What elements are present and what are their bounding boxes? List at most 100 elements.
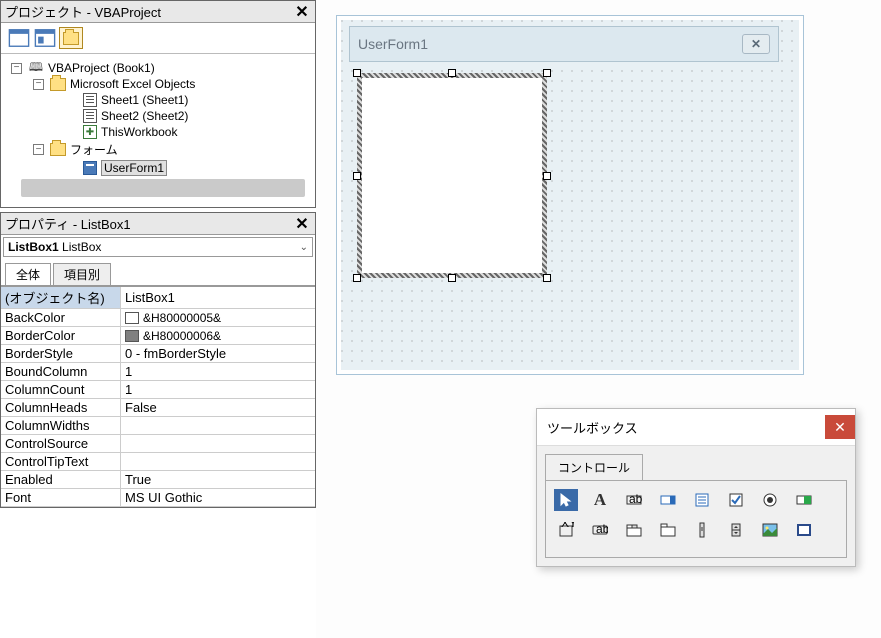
collapse-icon[interactable]: − — [33, 144, 44, 155]
vba-project-icon: 🕮 — [28, 61, 44, 75]
userform-close-button[interactable]: ✕ — [742, 34, 770, 54]
resize-handle-se[interactable] — [543, 274, 551, 282]
workbook-icon — [83, 125, 97, 139]
tree-root-label: VBAProject (Book1) — [48, 61, 155, 75]
tree-sheet1[interactable]: Sheet1 (Sheet1) — [11, 92, 311, 108]
folder-icon — [50, 143, 66, 156]
properties-pane: プロパティ - ListBox1 ✕ ListBox1 ListBox ⌄ 全体… — [0, 212, 316, 508]
toolbox-header[interactable]: ツールボックス ✕ — [537, 409, 855, 446]
userform-designer[interactable]: UserForm1 ✕ — [341, 20, 799, 370]
prop-border-style[interactable]: BorderStyle0 - fmBorderStyle — [1, 345, 315, 363]
tab-alphabetic[interactable]: 全体 — [5, 263, 51, 285]
form-icon — [83, 161, 97, 175]
project-pane-close-icon[interactable]: ✕ — [293, 3, 311, 21]
tree-workbook-label: ThisWorkbook — [101, 125, 177, 139]
tree-forms-label: フォーム — [70, 141, 118, 158]
object-selector[interactable]: ListBox1 ListBox ⌄ — [3, 237, 313, 257]
listbox-control[interactable] — [362, 78, 542, 273]
prop-control-source[interactable]: ControlSource — [1, 435, 315, 453]
toolbox-window[interactable]: ツールボックス ✕ コントロール A ab| XY ab — [536, 408, 856, 567]
tree-forms-folder[interactable]: − フォーム — [11, 140, 311, 159]
project-pane-title: プロジェクト - VBAProject — [5, 2, 161, 21]
tree-excel-objects[interactable]: − Microsoft Excel Objects — [11, 76, 311, 92]
prop-column-heads[interactable]: ColumnHeadsFalse — [1, 399, 315, 417]
folder-icon — [50, 78, 66, 91]
toggle-folders-button[interactable] — [59, 27, 83, 49]
listbox-selection[interactable] — [357, 73, 547, 278]
view-code-button[interactable] — [7, 27, 31, 49]
tree-userform1[interactable]: UserForm1 — [11, 159, 311, 177]
resize-handle-ne[interactable] — [543, 69, 551, 77]
project-pane-header: プロジェクト - VBAProject ✕ — [1, 1, 315, 23]
refedit-tool[interactable] — [792, 519, 816, 541]
object-name: ListBox1 — [8, 240, 59, 254]
listbox-tool[interactable] — [690, 489, 714, 511]
prop-object-name[interactable]: (オブジェクト名)ListBox1 — [1, 287, 315, 309]
tree-sheet2[interactable]: Sheet2 (Sheet2) — [11, 108, 311, 124]
tabstrip-tool[interactable] — [622, 519, 646, 541]
collapse-icon[interactable]: − — [11, 63, 22, 74]
prop-enabled[interactable]: EnabledTrue — [1, 471, 315, 489]
commandbutton-tool[interactable]: ab — [588, 519, 612, 541]
resize-handle-n[interactable] — [448, 69, 456, 77]
pointer-tool[interactable] — [554, 489, 578, 511]
collapse-icon[interactable]: − — [33, 79, 44, 90]
spinbutton-tool[interactable] — [724, 519, 748, 541]
optionbutton-tool[interactable] — [758, 489, 782, 511]
properties-close-icon[interactable]: ✕ — [293, 215, 311, 233]
prop-column-count[interactable]: ColumnCount1 — [1, 381, 315, 399]
resize-handle-s[interactable] — [448, 274, 456, 282]
prop-column-widths[interactable]: ColumnWidths — [1, 417, 315, 435]
prop-back-color[interactable]: BackColor&H80000005& — [1, 309, 315, 327]
label-tool[interactable]: A — [588, 489, 612, 511]
prop-control-tip-text[interactable]: ControlTipText — [1, 453, 315, 471]
toolbox-close-button[interactable]: ✕ — [825, 415, 855, 439]
designer-frame: UserForm1 ✕ — [336, 15, 804, 375]
tab-categorized[interactable]: 項目別 — [53, 263, 111, 285]
resize-handle-sw[interactable] — [353, 274, 361, 282]
toolbox-tab-controls[interactable]: コントロール — [545, 454, 643, 480]
project-tree: −🕮VBAProject (Book1) −Microsoft Excel Ob… — [1, 54, 315, 207]
property-grid: (オブジェクト名)ListBox1 BackColor&H80000005& B… — [1, 286, 315, 507]
toolbox-title: ツールボックス — [547, 418, 638, 437]
prop-font[interactable]: FontMS UI Gothic — [1, 489, 315, 507]
resize-handle-nw[interactable] — [353, 69, 361, 77]
folder-icon — [63, 32, 79, 45]
color-swatch — [125, 330, 139, 342]
svg-text:XY: XY — [561, 522, 574, 530]
tree-excel-objects-label: Microsoft Excel Objects — [70, 77, 195, 91]
multipage-tool[interactable] — [656, 519, 680, 541]
scrollbar-tool[interactable] — [690, 519, 714, 541]
properties-header: プロパティ - ListBox1 ✕ — [1, 213, 315, 235]
userform-title: UserForm1 — [358, 36, 428, 52]
prop-bound-column[interactable]: BoundColumn1 — [1, 363, 315, 381]
properties-tabs: 全体 項目別 — [1, 259, 315, 286]
image-tool[interactable] — [758, 519, 782, 541]
tree-sheet1-label: Sheet1 (Sheet1) — [101, 93, 188, 107]
tree-workbook[interactable]: ThisWorkbook — [11, 124, 311, 140]
tree-userform1-label: UserForm1 — [101, 160, 167, 176]
toolbox-body: コントロール A ab| XY ab — [537, 446, 855, 566]
sheet-icon — [83, 93, 97, 107]
prop-border-color[interactable]: BorderColor&H80000006& — [1, 327, 315, 345]
svg-text:ab|: ab| — [629, 492, 642, 506]
color-swatch — [125, 312, 139, 324]
chevron-down-icon: ⌄ — [300, 242, 308, 253]
resize-handle-w[interactable] — [353, 172, 361, 180]
object-type: ListBox — [62, 240, 101, 254]
view-object-button[interactable] — [33, 27, 57, 49]
frame-tool[interactable]: XY — [554, 519, 578, 541]
project-explorer-pane: プロジェクト - VBAProject ✕ −🕮VBAProject (Book… — [0, 0, 316, 208]
userform-titlebar[interactable]: UserForm1 ✕ — [349, 26, 779, 62]
toolbox-controls: A ab| XY ab — [545, 480, 847, 558]
project-toolbar — [1, 23, 315, 54]
resize-handle-e[interactable] — [543, 172, 551, 180]
combobox-tool[interactable] — [656, 489, 680, 511]
togglebutton-tool[interactable] — [792, 489, 816, 511]
textbox-tool[interactable]: ab| — [622, 489, 646, 511]
tree-sheet2-label: Sheet2 (Sheet2) — [101, 109, 188, 123]
checkbox-tool[interactable] — [724, 489, 748, 511]
properties-title: プロパティ - ListBox1 — [5, 214, 131, 233]
tree-h-scrollbar[interactable] — [21, 179, 305, 197]
designer-area: UserForm1 ✕ ツールボックス ✕ — [316, 0, 881, 638]
